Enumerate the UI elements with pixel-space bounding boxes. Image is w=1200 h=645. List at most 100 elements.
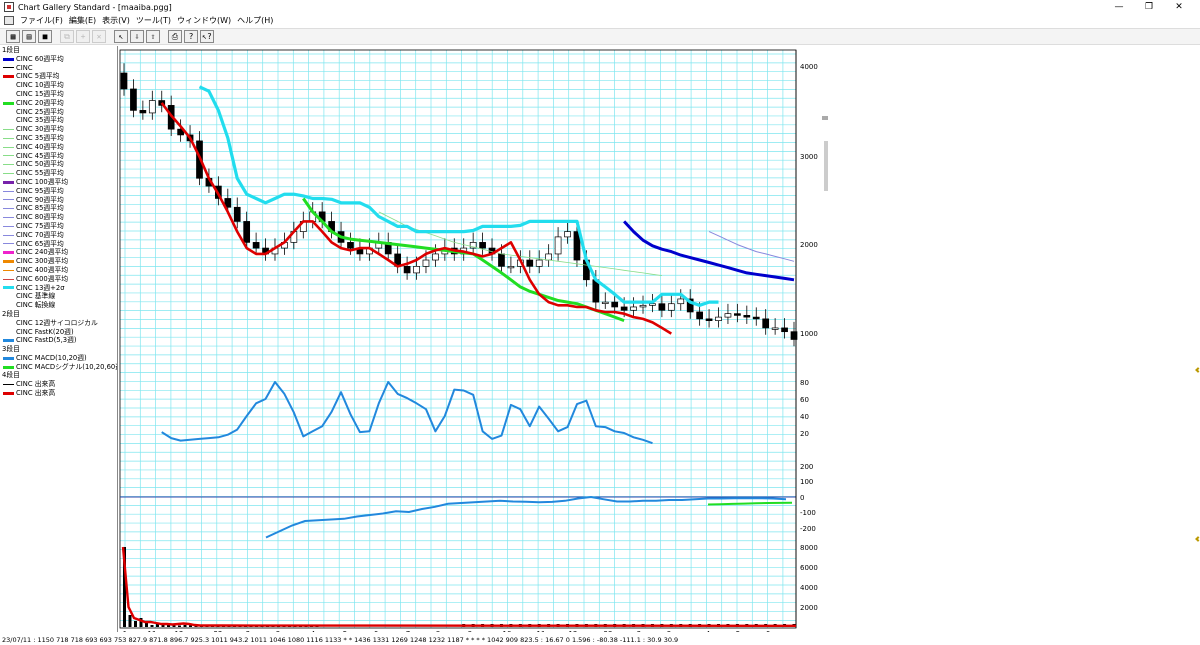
- legend-section[interactable]: 1段目: [0, 46, 117, 55]
- legend-label: 1段目: [2, 46, 20, 54]
- legend-swatch: [3, 75, 14, 79]
- cursor-button[interactable]: ↖: [114, 30, 128, 43]
- legend-item[interactable]: CINC 5週平均: [0, 72, 117, 81]
- menu-help[interactable]: ヘルプ(H): [234, 15, 276, 26]
- chart-type-button[interactable]: ▦: [6, 30, 20, 43]
- save-button[interactable]: ■: [38, 30, 52, 43]
- candle-body: [413, 266, 420, 274]
- volume-bar: [128, 615, 132, 627]
- legend-item[interactable]: CINC 300週平均: [0, 257, 117, 266]
- legend-label: CINC 出来高: [16, 389, 56, 398]
- legend-item[interactable]: CINC 15週平均: [0, 90, 117, 99]
- x-tick-label: 10: [503, 630, 512, 632]
- toolbar: ▦ ▤ ■ ⧉ + ✕ ↖ ⇩ ⇧ ⎙? ↖?: [0, 28, 1200, 45]
- legend-item[interactable]: CINC 35週平均: [0, 116, 117, 125]
- candle-body: [734, 313, 741, 316]
- chart-area[interactable]: 4000 3000 2000 1000 80 60 40 20 200 100 0 -100 -200 8…: [118, 46, 828, 632]
- down-button[interactable]: ⇩: [130, 30, 144, 43]
- legend-section[interactable]: 2段目: [0, 310, 117, 319]
- window-controls: — ❐ ✕: [1104, 0, 1194, 14]
- legend-item[interactable]: CINC 35週平均: [0, 134, 117, 143]
- legend-label: CINC 65週平均: [16, 239, 64, 248]
- legend-item[interactable]: CINC 240週平均: [0, 248, 117, 257]
- remove-button[interactable]: ✕: [92, 30, 106, 43]
- legend-item[interactable]: CINC 80週平均: [0, 213, 117, 222]
- scroll-marker-icon: [1195, 367, 1200, 373]
- menu-tools[interactable]: ツール(T): [133, 15, 174, 26]
- x-tick-label: 5: [736, 630, 740, 632]
- window-title: Chart Gallery Standard - [maaiba.pgg]: [18, 2, 172, 12]
- x-tick-label: 22: [214, 630, 223, 632]
- legend-swatch: [3, 286, 14, 290]
- legend-section[interactable]: 3段目: [0, 345, 117, 354]
- osc-bottom-tick-label: 100: [800, 478, 813, 486]
- legend-label: CINC 60週平均: [16, 54, 64, 63]
- legend-item[interactable]: CINC 30週平均: [0, 125, 117, 134]
- scroll-marker-icon: [1195, 536, 1200, 542]
- price-tick-label: 1000: [800, 330, 818, 338]
- context-help-button[interactable]: ↖?: [200, 30, 214, 43]
- legend-item[interactable]: CINC 95週平均: [0, 187, 117, 196]
- legend-item[interactable]: CINC 600週平均: [0, 275, 117, 284]
- macd-tick-label: -100: [800, 509, 816, 517]
- volume-bar: [150, 625, 154, 627]
- legend-label: CINC 100週平均: [16, 177, 69, 186]
- chart-svg[interactable]: 4000300020001000806040202001000-100-2008…: [118, 46, 828, 632]
- candle-body: [639, 304, 647, 308]
- minimize-button[interactable]: —: [1104, 0, 1134, 14]
- legend-item[interactable]: CINC FastD(5,3週): [0, 336, 117, 345]
- menu-window[interactable]: ウィンドウ(W): [174, 15, 234, 26]
- app-window: Chart Gallery Standard - [maaiba.pgg] — …: [0, 0, 1200, 645]
- legend-label: CINC MACD(10,20週): [16, 353, 87, 362]
- legend-item[interactable]: CINC 400週平均: [0, 266, 117, 275]
- copy-button[interactable]: ⧉: [60, 30, 74, 43]
- legend-item[interactable]: CINC 基準線: [0, 292, 117, 301]
- document-icon[interactable]: [4, 16, 14, 25]
- legend-swatch: [3, 384, 14, 386]
- legend-item[interactable]: CINC 75週平均: [0, 222, 117, 231]
- candle-body: [403, 266, 411, 274]
- legend-item[interactable]: CINC 65週平均: [0, 240, 117, 249]
- legend-item[interactable]: CINC 100週平均: [0, 178, 117, 187]
- legend-label: CINC 35週平均: [16, 116, 64, 125]
- legend-item[interactable]: CINC MACD(10,20週): [0, 354, 117, 363]
- close-button[interactable]: ✕: [1164, 0, 1194, 14]
- legend-swatch: [3, 57, 14, 61]
- legend-item[interactable]: CINC FastK(20週): [0, 328, 117, 337]
- legend-item[interactable]: CINC 85週平均: [0, 204, 117, 213]
- legend-item[interactable]: CINC 13週+2σ: [0, 284, 117, 293]
- candle-body: [630, 306, 637, 311]
- volume-bar: [145, 623, 148, 627]
- legend-label: CINC 240週平均: [16, 248, 69, 257]
- legend-item[interactable]: CINC 出来高: [0, 389, 117, 398]
- print-button[interactable]: ⎙: [168, 30, 182, 43]
- candle-body: [130, 88, 137, 111]
- add-button[interactable]: +: [76, 30, 90, 43]
- candle-body: [667, 303, 675, 311]
- legend-item[interactable]: CINC 10週平均: [0, 81, 117, 90]
- legend-swatch: [3, 101, 14, 105]
- open-button[interactable]: ▤: [22, 30, 36, 43]
- legend-item[interactable]: CINC 55週平均: [0, 169, 117, 178]
- legend-item[interactable]: CINC 20週平均: [0, 99, 117, 108]
- maximize-button[interactable]: ❐: [1134, 0, 1164, 14]
- legend-item[interactable]: CINC 出来高: [0, 380, 117, 389]
- legend-label: CINC 50週平均: [16, 160, 64, 169]
- up-button[interactable]: ⇧: [146, 30, 160, 43]
- candle-body: [705, 318, 713, 321]
- legend-item[interactable]: CINC 70週平均: [0, 231, 117, 240]
- legend-item[interactable]: CINC 転換線: [0, 301, 117, 310]
- legend-section[interactable]: 4段目: [0, 371, 117, 380]
- menu-edit[interactable]: 編集(E): [66, 15, 99, 26]
- menu-view[interactable]: 表示(V): [99, 15, 133, 26]
- candle-body: [771, 327, 779, 330]
- help-button[interactable]: ?: [184, 30, 198, 43]
- legend-swatch: [3, 225, 14, 227]
- right-empty-area: [828, 46, 1200, 632]
- legend-item[interactable]: CINC 12週サイコロジカル: [0, 319, 117, 328]
- candle-body: [347, 242, 354, 249]
- legend-item[interactable]: CINC 40週平均: [0, 143, 117, 152]
- menu-file[interactable]: ファイル(F): [17, 15, 66, 26]
- legend-item[interactable]: CINC 60週平均: [0, 55, 117, 64]
- legend-item[interactable]: CINC 50週平均: [0, 160, 117, 169]
